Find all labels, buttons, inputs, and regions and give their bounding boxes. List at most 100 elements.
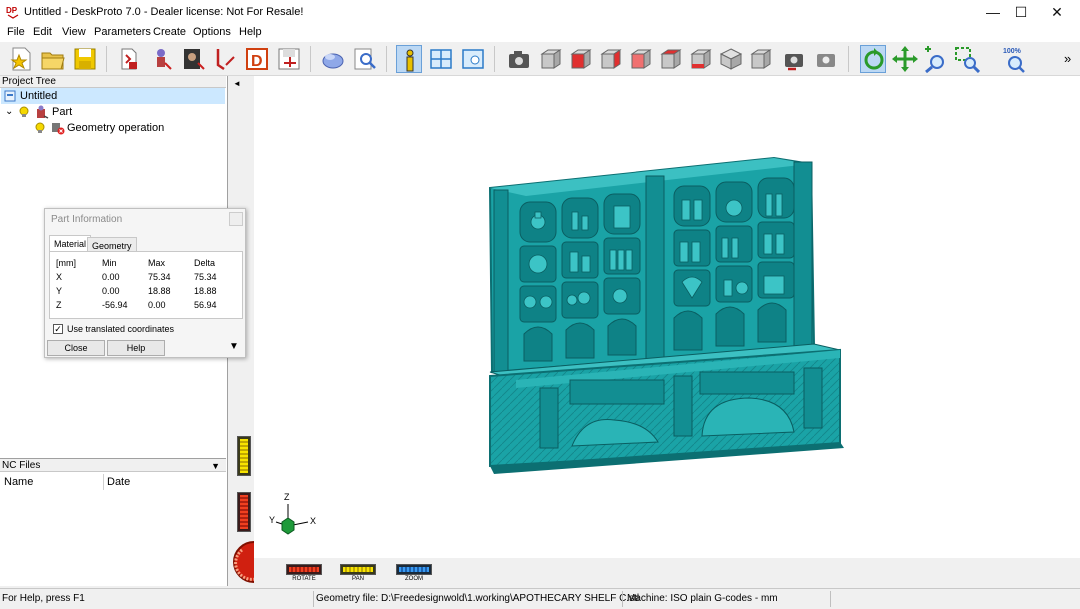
drawing-d-icon[interactable]: D (244, 45, 270, 73)
svg-text:D: D (251, 53, 263, 70)
status-geometry-file: Geometry file: D:\Freedesignwold\1.worki… (316, 593, 640, 604)
zoom-100-icon[interactable]: 100% (1002, 45, 1028, 73)
table-cell: 0.00 (102, 286, 120, 296)
menu-view[interactable]: View (62, 26, 86, 38)
lightbulb-icon[interactable] (35, 122, 45, 134)
rotate-gauge[interactable] (286, 564, 322, 575)
table-cell: 56.94 (194, 300, 217, 310)
nc-files-title: NC Files (2, 460, 41, 471)
table-cell: 75.34 (194, 272, 217, 282)
view-iso-back-icon[interactable] (748, 45, 774, 73)
window-title: Untitled - DeskProto 7.0 - Dealer licens… (24, 6, 304, 18)
help-button[interactable]: Help (107, 340, 165, 356)
view-left-icon[interactable] (628, 45, 654, 73)
column-divider[interactable] (103, 474, 104, 490)
zoom-mode-icon[interactable] (922, 45, 948, 73)
status-bar: For Help, press F1 Geometry file: D:\Fre… (0, 588, 1080, 609)
part-icon (37, 105, 49, 119)
3d-viewport[interactable]: Z Y X (254, 76, 1080, 558)
title-bar: DP Untitled - DeskProto 7.0 - Dealer lic… (0, 0, 1080, 24)
save-icon[interactable] (72, 45, 98, 73)
nc-files-header: NC Files ▼ (0, 458, 226, 472)
menu-edit[interactable]: Edit (33, 26, 52, 38)
window-view-icon[interactable] (460, 45, 486, 73)
zoom-gauge[interactable] (396, 564, 432, 575)
table-cell: Z (56, 300, 62, 310)
tree-item-geometry-operation[interactable]: Geometry operation (1, 120, 225, 136)
status-help: For Help, press F1 (2, 593, 85, 604)
open-folder-icon[interactable] (40, 45, 66, 73)
project-tree-header: Project Tree (0, 76, 226, 88)
load-geometry-icon[interactable] (116, 45, 142, 73)
tree-item-part[interactable]: ⌄ Part (1, 104, 225, 120)
simulation-icon[interactable] (320, 45, 346, 73)
svg-text:DP: DP (6, 6, 18, 15)
column-header-date[interactable]: Date (107, 476, 130, 488)
view-right-icon[interactable] (598, 45, 624, 73)
table-cell: 75.34 (148, 272, 171, 282)
close-button[interactable]: ✕ (1040, 0, 1074, 24)
zoom-gauge-label: ZOOM (405, 576, 423, 582)
toolbar-overflow-button[interactable]: » (1064, 51, 1071, 66)
tree-item-untitled[interactable]: Untitled (1, 88, 225, 104)
tree-expander[interactable]: ⌄ (5, 104, 13, 120)
pan-gauge[interactable] (340, 564, 376, 575)
view-back-icon[interactable] (568, 45, 594, 73)
view-iso-icon[interactable] (718, 45, 744, 73)
vector-icon[interactable] (212, 45, 238, 73)
part-wizard-icon[interactable] (148, 45, 174, 73)
maximize-button[interactable]: ☐ (1004, 0, 1038, 24)
tree-label-untitled: Untitled (20, 90, 58, 102)
menu-file[interactable]: File (7, 26, 25, 38)
rotate-mode-icon[interactable] (860, 45, 886, 73)
menu-options[interactable]: Options (193, 26, 231, 38)
menu-help[interactable]: Help (239, 26, 262, 38)
column-header-name[interactable]: Name (4, 476, 33, 488)
bitmap-icon[interactable] (180, 45, 206, 73)
save-nc-icon[interactable] (276, 45, 302, 73)
lightbulb-icon[interactable] (19, 106, 29, 118)
new-project-icon[interactable] (8, 45, 34, 73)
tab-material[interactable]: Material (49, 235, 92, 251)
table-header-delta: Delta (194, 258, 216, 268)
axis-x-label: X (310, 516, 317, 526)
zoom-window-icon[interactable] (954, 45, 980, 73)
table-cell: Y (56, 286, 63, 296)
tree-label-part: Part (52, 106, 73, 118)
view-bottom-icon[interactable] (688, 45, 714, 73)
part-information-dialog: Part Information Material Geometry [mm] … (44, 208, 246, 358)
operation-error-icon (52, 123, 65, 135)
dialog-close-icon[interactable] (229, 212, 243, 226)
menu-create[interactable]: Create (153, 26, 186, 38)
translated-coords-label: Use translated coordinates (67, 324, 175, 334)
part-info-icon[interactable] (396, 45, 422, 73)
translated-coords-checkbox[interactable]: ✓ (53, 324, 63, 334)
table-cell: X (56, 272, 63, 282)
table-cell: 0.00 (148, 300, 166, 310)
table-cell: 18.88 (148, 286, 171, 296)
pan-vertical-gauge[interactable] (237, 436, 251, 476)
nc-files-dropdown[interactable]: ▼ (211, 459, 220, 473)
pan-gauge-label: PAN (352, 576, 364, 582)
axis-z-label: Z (284, 492, 290, 502)
close-dialog-button[interactable]: Close (47, 340, 105, 356)
menu-parameters[interactable]: Parameters (94, 26, 151, 38)
view-front-icon[interactable] (538, 45, 564, 73)
collapse-panel-arrow[interactable]: ◄ (233, 79, 241, 88)
previous-view-icon[interactable] (782, 45, 808, 73)
rotate-vertical-gauge[interactable] (237, 492, 251, 532)
gauge-strip: ROTATE PAN ZOOM (254, 558, 1080, 586)
preview-search-icon[interactable] (352, 45, 378, 73)
view-top-icon[interactable] (658, 45, 684, 73)
table-cell: -56.94 (102, 300, 128, 310)
app-logo-icon: DP (6, 4, 20, 19)
split-view-icon[interactable] (428, 45, 454, 73)
project-icon (4, 90, 16, 102)
next-view-icon[interactable] (814, 45, 840, 73)
dialog-expand-arrow[interactable]: ▼ (229, 341, 239, 352)
pan-mode-icon[interactable] (892, 45, 918, 73)
camera-icon[interactable] (506, 45, 532, 73)
tree-label-geometry-operation: Geometry operation (67, 122, 165, 134)
axis-y-label: Y (269, 515, 276, 525)
rotate-gauge-label: ROTATE (292, 576, 316, 582)
